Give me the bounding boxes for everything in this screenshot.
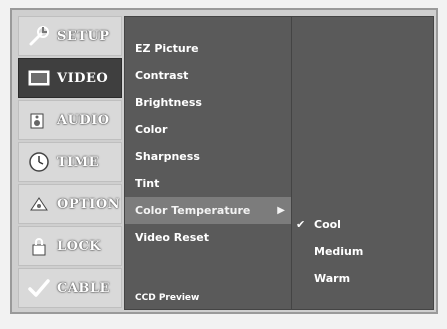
submenu-item-label: Warm bbox=[314, 272, 351, 285]
sidebar-item-label: SETUP bbox=[57, 28, 110, 44]
chevron-right-icon: ▶ bbox=[277, 205, 285, 216]
menu-item-sharpness[interactable]: Sharpness bbox=[125, 143, 291, 170]
sidebar-item-label: LOCK bbox=[57, 238, 102, 254]
sidebar-item-label: AUDIO bbox=[57, 112, 110, 128]
options-icon bbox=[27, 192, 51, 216]
sidebar-item-video[interactable]: VIDEO bbox=[18, 58, 122, 98]
submenu-pane: ✔ Cool Medium Warm bbox=[292, 16, 434, 310]
tv-menu-screen: SETUP VIDEO AUDIO TIME OPTION LOCK CABLE… bbox=[10, 8, 438, 314]
menu-item-ez-picture[interactable]: EZ Picture bbox=[125, 35, 291, 62]
sidebar-item-label: CABLE bbox=[57, 280, 110, 296]
menu-item-color-temperature[interactable]: Color Temperature ▶ bbox=[125, 197, 291, 224]
speaker-icon bbox=[27, 108, 51, 132]
checkmark-icon bbox=[27, 276, 51, 300]
sidebar-item-lock[interactable]: LOCK bbox=[18, 226, 122, 266]
sidebar-item-label: VIDEO bbox=[57, 70, 109, 86]
sidebar-item-setup[interactable]: SETUP bbox=[18, 16, 122, 56]
sidebar-item-cable[interactable]: CABLE bbox=[18, 268, 122, 308]
wrench-icon bbox=[27, 24, 51, 48]
video-menu: EZ Picture Contrast Brightness Color Sha… bbox=[124, 16, 292, 310]
tv-screen-icon bbox=[27, 66, 51, 90]
sidebar: SETUP VIDEO AUDIO TIME OPTION LOCK CABLE bbox=[18, 16, 122, 310]
submenu-item-medium[interactable]: Medium bbox=[292, 238, 433, 265]
menu-item-contrast[interactable]: Contrast bbox=[125, 62, 291, 89]
menu-item-tint[interactable]: Tint bbox=[125, 170, 291, 197]
sidebar-item-label: OPTION bbox=[57, 196, 121, 212]
menu-item-brightness[interactable]: Brightness bbox=[125, 89, 291, 116]
sidebar-item-time[interactable]: TIME bbox=[18, 142, 122, 182]
sidebar-item-option[interactable]: OPTION bbox=[18, 184, 122, 224]
clock-icon bbox=[27, 150, 51, 174]
menu-footer: CCD Preview bbox=[135, 293, 200, 303]
menu-item-label: Color Temperature bbox=[135, 204, 251, 217]
menu-item-color[interactable]: Color bbox=[125, 116, 291, 143]
menu-item-video-reset[interactable]: Video Reset bbox=[125, 224, 291, 251]
color-temperature-submenu: ✔ Cool Medium Warm bbox=[292, 211, 433, 292]
sidebar-item-audio[interactable]: AUDIO bbox=[18, 100, 122, 140]
submenu-item-label: Cool bbox=[314, 218, 341, 231]
lock-icon bbox=[27, 234, 51, 258]
sidebar-item-label: TIME bbox=[57, 154, 100, 170]
submenu-item-warm[interactable]: Warm bbox=[292, 265, 433, 292]
check-icon: ✔ bbox=[296, 218, 306, 231]
submenu-item-cool[interactable]: ✔ Cool bbox=[292, 211, 433, 238]
submenu-item-label: Medium bbox=[314, 245, 364, 258]
